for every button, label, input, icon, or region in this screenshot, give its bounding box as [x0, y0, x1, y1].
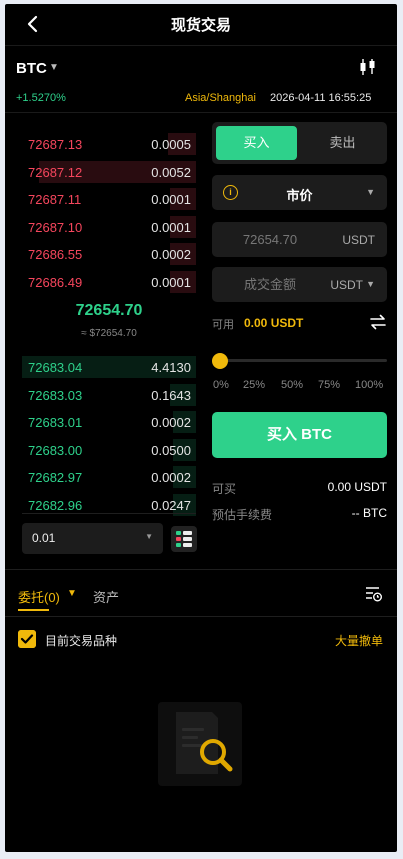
- datetime-label: 2026-04-11 16:55:25: [270, 92, 372, 104]
- swap-arrows-icon[interactable]: [369, 313, 387, 331]
- available-value: 0.00 USDT: [244, 316, 304, 330]
- ask-price: 72687.11: [28, 192, 82, 207]
- can-buy-label: 可买: [212, 482, 237, 496]
- ask-price: 72686.49: [28, 274, 83, 290]
- caret-down-icon: ▼: [366, 187, 375, 197]
- ask-quantity: 0.0002: [151, 247, 191, 262]
- buy-sell-tabs: 买入 卖出: [212, 122, 387, 164]
- tab-assets[interactable]: 资产: [93, 587, 119, 606]
- can-buy-value: 0.00 USDT: [327, 480, 387, 494]
- cancel-all-button[interactable]: 大量撤单: [335, 632, 383, 649]
- ask-row[interactable]: 72686.49 0.0001: [22, 269, 196, 295]
- spot-trading-screen: 现货交易 BTC ▼ +1.5270% Asia/Shanghai 2026-0…: [5, 4, 397, 852]
- price-field: USDT: [212, 222, 387, 257]
- tab-sell[interactable]: 卖出: [302, 126, 383, 160]
- ask-row[interactable]: 72686.55 0.0002: [22, 241, 196, 267]
- ask-row[interactable]: 72687.12 0.0052: [22, 159, 196, 185]
- ask-quantity: 0.0052: [151, 164, 191, 180]
- buy-button[interactable]: 买入 BTC: [212, 412, 387, 458]
- ask-row[interactable]: 72687.13 0.0005: [22, 131, 196, 157]
- ask-row[interactable]: 72687.11 0.0001: [22, 186, 196, 212]
- bid-row[interactable]: 72682.97 0.0002: [22, 464, 196, 490]
- slider-mark[interactable]: 100%: [355, 379, 383, 391]
- slider-mark[interactable]: 50%: [281, 379, 303, 391]
- ask-price: 72687.10: [28, 219, 83, 235]
- order-book-view-icon[interactable]: [171, 526, 197, 552]
- caret-down-icon[interactable]: ▼: [49, 62, 59, 73]
- slider-mark[interactable]: 0%: [213, 379, 229, 391]
- order-type-value: 市价: [286, 188, 313, 203]
- bid-quantity: 4.4130: [151, 360, 191, 375]
- price-unit: USDT: [342, 233, 375, 247]
- candlestick-chart-icon[interactable]: [359, 58, 377, 76]
- ask-quantity: 0.0001: [151, 192, 191, 207]
- ask-quantity: 0.0005: [151, 137, 191, 152]
- precision-select[interactable]: 0.01 ▼: [22, 523, 163, 554]
- current-pair-label[interactable]: 目前交易品种: [45, 632, 117, 649]
- tab-buy[interactable]: 买入: [216, 126, 297, 160]
- last-price: 72654.70: [75, 302, 143, 319]
- slider-mark[interactable]: 25%: [243, 379, 265, 391]
- bid-quantity: 0.0500: [151, 442, 191, 458]
- last-price-usd: ≈ $72654.70: [81, 328, 137, 339]
- bid-quantity: 0.0002: [151, 415, 191, 430]
- active-tab-indicator: [18, 609, 49, 611]
- timezone-label: Asia/Shanghai: [185, 92, 256, 104]
- caret-down-icon[interactable]: ▼: [67, 588, 77, 599]
- bid-price: 72682.96: [28, 497, 83, 513]
- page-title: 现货交易: [170, 17, 231, 34]
- order-history-icon[interactable]: [364, 585, 382, 603]
- divider: [5, 616, 397, 617]
- bid-price: 72683.00: [28, 442, 83, 458]
- ask-price: 72687.12: [28, 164, 83, 180]
- amount-unit-select[interactable]: USDT: [330, 278, 363, 292]
- ask-price: 72686.55: [28, 247, 83, 262]
- divider: [5, 569, 397, 570]
- bid-row[interactable]: 72683.03 0.1643: [22, 382, 196, 408]
- amount-slider-track[interactable]: [212, 359, 387, 362]
- bid-quantity: 0.0002: [151, 470, 191, 485]
- precision-value: 0.01: [32, 531, 56, 545]
- caret-down-icon: ▼: [145, 532, 153, 541]
- empty-search-icon: [158, 702, 242, 786]
- bid-quantity: 0.0247: [151, 497, 191, 513]
- price-change-percent: +1.5270%: [16, 92, 66, 104]
- caret-down-icon[interactable]: ▼: [366, 279, 375, 289]
- ask-row[interactable]: 72687.10 0.0001: [22, 214, 196, 240]
- order-type-select[interactable]: i 市价 ▼: [212, 175, 387, 210]
- current-pair-checkbox[interactable]: [18, 630, 36, 648]
- bid-quantity: 0.1643: [151, 387, 191, 403]
- divider: [5, 112, 397, 113]
- available-label: 可用: [212, 319, 234, 331]
- price-input[interactable]: [220, 222, 320, 257]
- bid-price: 72683.03: [28, 387, 83, 403]
- fee-value: -- BTC: [351, 506, 387, 520]
- bid-row[interactable]: 72683.04 4.4130: [22, 354, 196, 380]
- slider-mark[interactable]: 75%: [318, 379, 340, 391]
- ask-price: 72687.13: [28, 137, 83, 152]
- amount-field: USDT ▼: [212, 267, 387, 302]
- divider: [22, 513, 196, 514]
- fee-label: 预估手续费: [212, 508, 273, 522]
- header: 现货交易: [5, 4, 397, 46]
- bid-row[interactable]: 72683.01 0.0002: [22, 409, 196, 435]
- symbol-selector[interactable]: BTC: [16, 60, 47, 77]
- tab-orders[interactable]: 委托(0): [18, 587, 60, 606]
- bid-price: 72683.04: [28, 360, 83, 375]
- ask-quantity: 0.0001: [151, 219, 191, 235]
- bid-row[interactable]: 72683.00 0.0500: [22, 437, 196, 463]
- bid-price: 72683.01: [28, 415, 83, 430]
- amount-slider-thumb[interactable]: [212, 353, 228, 369]
- ask-quantity: 0.0001: [151, 274, 191, 290]
- amount-input[interactable]: [220, 267, 320, 302]
- bid-price: 72682.97: [28, 470, 83, 485]
